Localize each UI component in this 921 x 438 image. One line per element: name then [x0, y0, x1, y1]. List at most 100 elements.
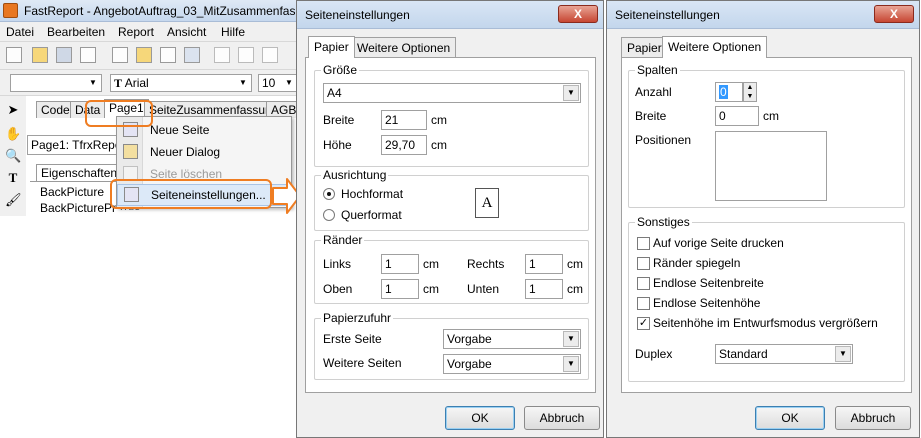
chevron-down-icon: ▼ — [563, 356, 579, 372]
font-size-value: 10 — [262, 76, 276, 90]
endlose-seitenbreite-label[interactable]: Endlose Seitenbreite — [653, 276, 764, 290]
raender-spiegeln-checkbox[interactable] — [637, 257, 650, 270]
group-title: Sonstiges — [635, 215, 692, 229]
new-dialog-icon — [123, 144, 138, 159]
menu-datei[interactable]: Datei — [6, 25, 34, 39]
menu-ansicht[interactable]: Ansicht — [167, 25, 206, 39]
new-page-icon[interactable] — [112, 47, 128, 63]
cut-icon[interactable] — [214, 47, 230, 63]
tab-weitere-optionen[interactable]: Weitere Optionen — [351, 37, 457, 57]
menu-bar: Datei Bearbeiten Report Ansicht Hilfe — [0, 22, 300, 42]
anzahl-spinner[interactable]: ▲ ▼ — [743, 82, 757, 102]
unten-input[interactable]: 1 — [525, 279, 563, 299]
prop-backpicture[interactable]: BackPicture — [40, 185, 104, 199]
querformat-radio[interactable] — [323, 209, 335, 221]
dialog-titlebar: Seiteneinstellungen X — [297, 1, 603, 29]
page-settings-icon[interactable] — [184, 47, 200, 63]
auf-vorige-seite-label[interactable]: Auf vorige Seite drucken — [653, 236, 784, 250]
seitenhoehe-vergroessern-label[interactable]: Seitenhöhe im Entwurfsmodus vergrößern — [653, 316, 878, 330]
tool-palette: ➤ ✋ 🔍 T 🖌 — [0, 96, 26, 216]
pointer-icon[interactable]: ➤ — [5, 102, 21, 118]
close-button[interactable]: X — [874, 5, 914, 23]
chevron-down-icon: ▼ — [239, 78, 247, 87]
menu-bearbeiten[interactable]: Bearbeiten — [47, 25, 105, 39]
print-icon[interactable] — [80, 47, 96, 63]
spin-down-icon[interactable]: ▼ — [744, 92, 756, 101]
menu-hilfe[interactable]: Hilfe — [221, 25, 245, 39]
oben-input[interactable]: 1 — [381, 279, 419, 299]
save-icon[interactable] — [56, 47, 72, 63]
cancel-button[interactable]: Abbruch — [835, 406, 911, 430]
group-sonstiges: Sonstiges Auf vorige Seite drucken Rände… — [628, 215, 905, 382]
tab-code[interactable]: Code — [36, 101, 75, 118]
cancel-button[interactable]: Abbruch — [524, 406, 600, 430]
ok-button[interactable]: OK — [755, 406, 825, 430]
links-label: Links — [323, 257, 352, 271]
page-orientation-icon: A — [475, 188, 499, 218]
links-input[interactable]: 1 — [381, 254, 419, 274]
endlose-seitenbreite-checkbox[interactable] — [637, 277, 650, 290]
ok-button[interactable]: OK — [445, 406, 515, 430]
page1-tab-highlight — [85, 100, 153, 127]
links-unit: cm — [423, 257, 439, 271]
duplex-value: Standard — [719, 347, 768, 361]
rechts-input[interactable]: 1 — [525, 254, 563, 274]
auf-vorige-seite-checkbox[interactable] — [637, 237, 650, 250]
menu-report[interactable]: Report — [118, 25, 154, 39]
group-title: Ränder — [321, 233, 365, 247]
weitere-seiten-select[interactable]: Vorgabe ▼ — [443, 354, 581, 374]
new-dialog-icon[interactable] — [136, 47, 152, 63]
menu-item-neuer-dialog[interactable]: Neuer Dialog — [117, 141, 291, 163]
tab-weitere-optionen[interactable]: Weitere Optionen — [662, 36, 768, 58]
app-logo-icon — [3, 3, 18, 18]
zoom-icon[interactable]: 🔍 — [5, 148, 21, 164]
endlose-seitenhoehe-label[interactable]: Endlose Seitenhöhe — [653, 296, 760, 310]
copy-icon[interactable] — [238, 47, 254, 63]
text-tool-icon[interactable]: T — [5, 170, 21, 186]
spalten-breite-input[interactable]: 0 — [715, 106, 759, 126]
delete-page-icon[interactable] — [160, 47, 176, 63]
hoehe-unit: cm — [431, 138, 447, 152]
group-papierzufuhr: Papierzufuhr Erste Seite Vorgabe ▼ Weite… — [314, 311, 589, 380]
anzahl-value: 0 — [719, 85, 728, 99]
positionen-listbox[interactable] — [715, 131, 827, 201]
hochformat-radio[interactable] — [323, 188, 335, 200]
tab-eigenschaften[interactable]: Eigenschaften — [36, 164, 123, 181]
open-folder-icon[interactable] — [32, 47, 48, 63]
hochformat-label[interactable]: Hochformat — [341, 187, 403, 201]
endlose-seitenhoehe-checkbox[interactable] — [637, 297, 650, 310]
breite-input[interactable]: 21 — [381, 110, 427, 130]
truetype-icon: T — [114, 76, 123, 90]
rechts-label: Rechts — [467, 257, 505, 271]
dialog-titlebar: Seiteneinstellungen X — [607, 1, 919, 29]
menu-item-label: Neue Seite — [150, 123, 210, 137]
paste-icon[interactable] — [262, 47, 278, 63]
seitenhoehe-vergroessern-checkbox[interactable]: ✓ — [637, 317, 650, 330]
format-toolbar: ▼ T Arial ▼ 10 ▼ — [0, 70, 300, 96]
prop-backpictureprint[interactable]: BackPicturePrint — [40, 201, 116, 215]
paper-format-select[interactable]: A4 ▼ — [323, 83, 581, 103]
object-selector[interactable]: Page1: TfrxReport — [27, 135, 127, 155]
tab-pane-papier: Größe A4 ▼ Breite 21 cm Höhe 29,70 cm Au… — [305, 57, 596, 393]
tab-papier[interactable]: Papier — [308, 36, 355, 58]
font-size-combo[interactable]: 10 ▼ — [258, 74, 298, 92]
spin-up-icon[interactable]: ▲ — [744, 83, 756, 92]
format-brush-icon[interactable]: 🖌 — [5, 192, 22, 208]
querformat-label[interactable]: Querformat — [341, 208, 402, 222]
style-combo[interactable]: ▼ — [10, 74, 102, 92]
erste-seite-select[interactable]: Vorgabe ▼ — [443, 329, 581, 349]
anzahl-input[interactable]: 0 — [715, 82, 743, 102]
hoehe-input[interactable]: 29,70 — [381, 135, 427, 155]
breite-unit: cm — [431, 113, 447, 127]
raender-spiegeln-label[interactable]: Ränder spiegeln — [653, 256, 740, 270]
font-name-combo[interactable]: T Arial ▼ — [110, 74, 252, 92]
new-icon[interactable] — [6, 47, 22, 63]
breite-unit: cm — [763, 109, 779, 123]
chevron-down-icon: ▼ — [89, 78, 97, 87]
page-settings-dialog-papier: Seiteneinstellungen X Papier Weitere Opt… — [296, 0, 604, 438]
group-title: Papierzufuhr — [321, 311, 394, 325]
duplex-select[interactable]: Standard ▼ — [715, 344, 853, 364]
tab-papier[interactable]: Papier — [621, 37, 668, 57]
close-button[interactable]: X — [558, 5, 598, 23]
hand-icon[interactable]: ✋ — [5, 126, 21, 142]
